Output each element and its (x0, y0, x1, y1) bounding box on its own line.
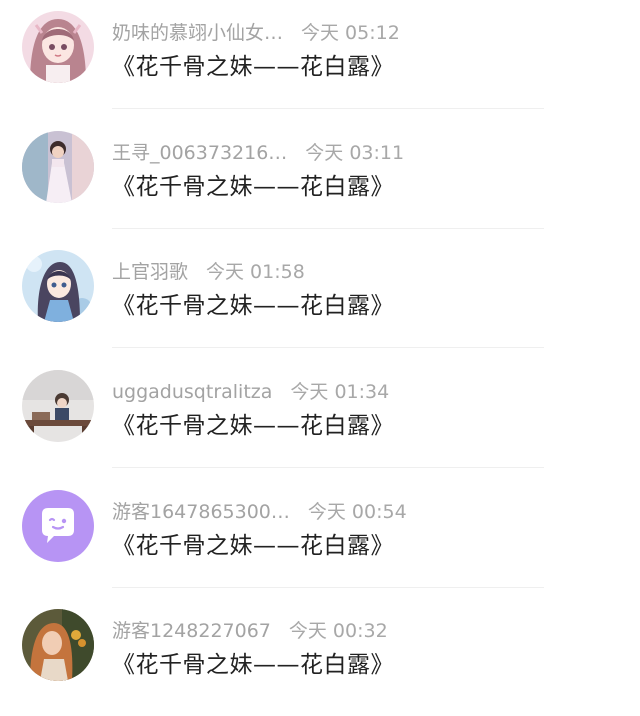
comment-meta: 上官羽歌 今天 01:58 (112, 257, 305, 287)
username[interactable]: 游客1647865300… (112, 501, 290, 523)
comment-list: 奶味的慕翊小仙女… 今天 05:12 《花千骨之妹——花白露》 王寻_006373… (0, 0, 640, 703)
comment-item[interactable]: uggadusqtralitza 今天 01:34 《花千骨之妹——花白露》 (0, 359, 640, 477)
username[interactable]: 游客1248227067 (112, 620, 271, 642)
comment-time: 今天 00:32 (288, 620, 388, 642)
anime-girl-pink-avatar-icon (22, 11, 94, 83)
divider (112, 228, 544, 229)
comment-text: 《花千骨之妹——花白露》 (112, 54, 394, 80)
username[interactable]: 奶味的慕翊小仙女… (112, 22, 283, 44)
divider (112, 467, 544, 468)
comment-meta: 奶味的慕翊小仙女… 今天 05:12 (112, 18, 400, 48)
avatar[interactable] (22, 609, 94, 681)
comment-item[interactable]: 王寻_006373216… 今天 03:11 《花千骨之妹——花白露》 (0, 120, 640, 238)
username[interactable]: 王寻_006373216… (112, 142, 287, 164)
divider (112, 587, 544, 588)
boy-at-desk-avatar-icon (22, 370, 94, 442)
comment-meta: 王寻_006373216… 今天 03:11 (112, 138, 404, 168)
avatar[interactable] (22, 370, 94, 442)
comment-meta: uggadusqtralitza 今天 01:34 (112, 377, 389, 407)
comment-meta: 游客1248227067 今天 00:32 (112, 616, 388, 646)
comment-time: 今天 05:12 (301, 22, 400, 44)
comment-item[interactable]: 游客1248227067 今天 00:32 《花千骨之妹——花白露》 (0, 598, 640, 716)
avatar[interactable] (22, 490, 94, 562)
woman-painting-avatar-icon (22, 609, 94, 681)
divider (112, 347, 544, 348)
avatar[interactable] (22, 250, 94, 322)
comment-item[interactable]: 上官羽歌 今天 01:58 《花千骨之妹——花白露》 (0, 239, 640, 357)
girl-photo-avatar-icon (22, 131, 94, 203)
comment-time: 今天 03:11 (305, 142, 405, 164)
comment-item[interactable]: 游客1647865300… 今天 00:54 《花千骨之妹——花白露》 (0, 479, 640, 597)
avatar[interactable] (22, 11, 94, 83)
comment-time: 今天 01:34 (290, 381, 390, 403)
comment-item[interactable]: 奶味的慕翊小仙女… 今天 05:12 《花千骨之妹——花白露》 (0, 0, 640, 118)
comment-text: 《花千骨之妹——花白露》 (112, 413, 394, 439)
anime-girl-blue-avatar-icon (22, 250, 94, 322)
comment-text: 《花千骨之妹——花白露》 (112, 652, 394, 678)
avatar[interactable] (22, 131, 94, 203)
divider (112, 108, 544, 109)
comment-time: 今天 00:54 (307, 501, 407, 523)
username[interactable]: 上官羽歌 (112, 261, 188, 283)
comment-text: 《花千骨之妹——花白露》 (112, 174, 394, 200)
comment-text: 《花千骨之妹——花白露》 (112, 293, 394, 319)
comment-time: 今天 01:58 (206, 261, 305, 283)
username[interactable]: uggadusqtralitza (112, 381, 272, 403)
default-chat-bubble-avatar-icon (22, 490, 94, 562)
comment-meta: 游客1647865300… 今天 00:54 (112, 497, 407, 527)
comment-text: 《花千骨之妹——花白露》 (112, 533, 394, 559)
